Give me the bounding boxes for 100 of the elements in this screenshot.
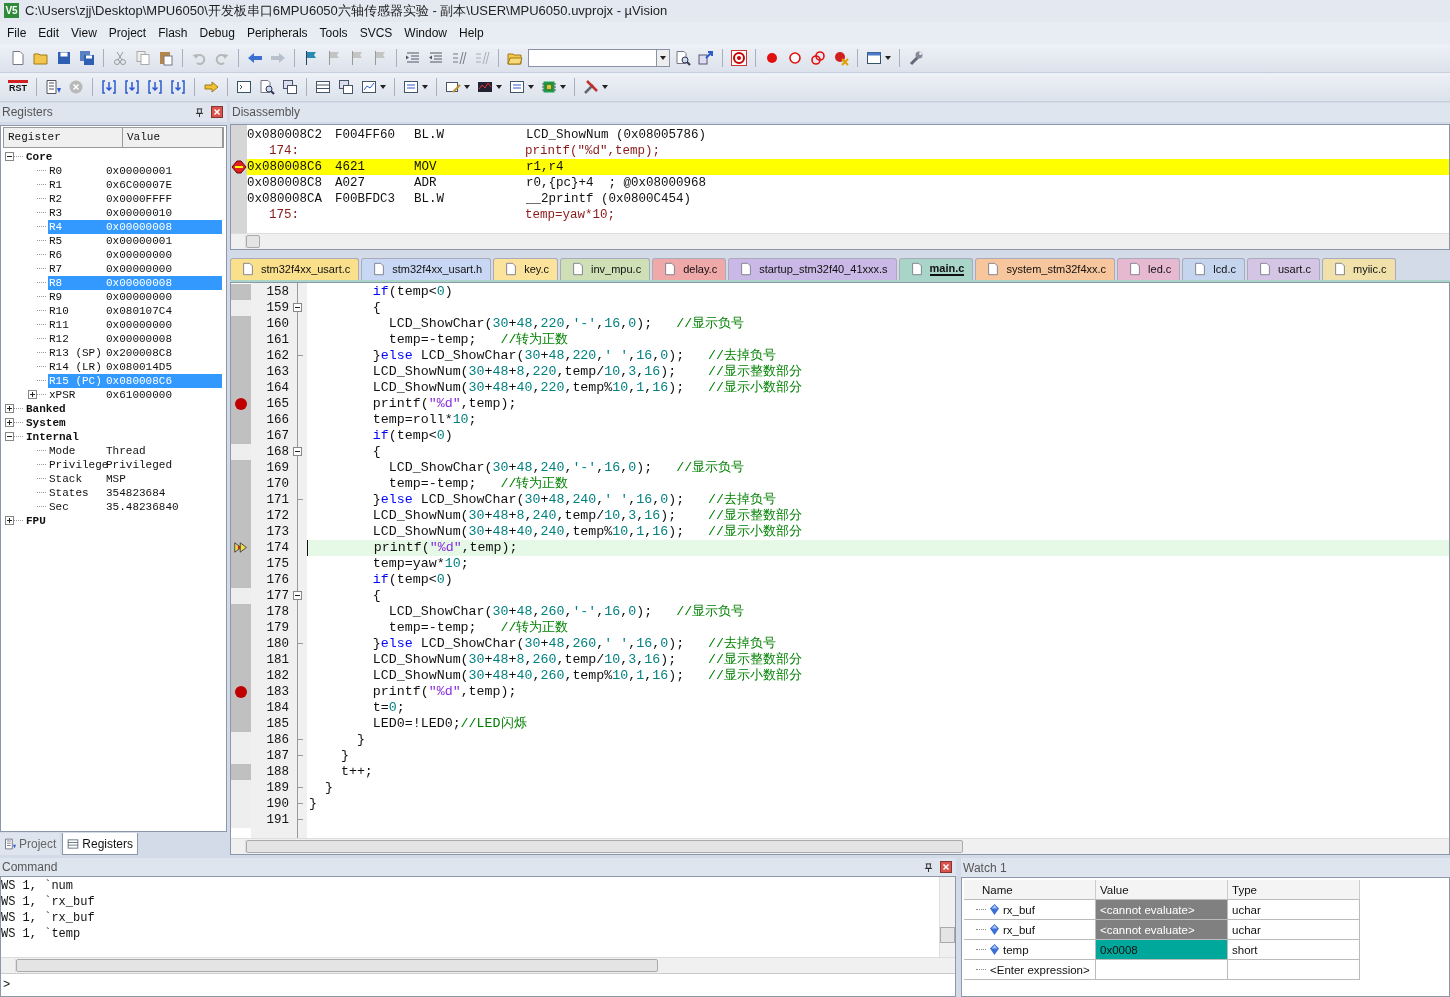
menu-item[interactable]: File <box>1 23 33 42</box>
document-search-icon[interactable] <box>259 78 275 95</box>
stacked-windows-icon[interactable] <box>282 78 298 95</box>
tools-icon[interactable] <box>583 78 599 95</box>
register-row[interactable]: System <box>25 415 222 430</box>
caret-icon[interactable] <box>885 55 891 60</box>
file-tab[interactable]: delay.c <box>652 257 727 280</box>
debug-icon[interactable] <box>731 49 747 66</box>
menu-item[interactable]: Help <box>453 23 490 42</box>
register-row[interactable]: Internal <box>25 429 222 444</box>
file-tab[interactable]: stm32f4xx_usart.c <box>230 257 360 280</box>
arrow-icon[interactable] <box>203 78 219 95</box>
register-row[interactable]: PrivilegePrivileged <box>48 457 222 472</box>
menu-item[interactable]: Edit <box>32 23 66 42</box>
breakpoint-cross-icon[interactable] <box>833 49 849 66</box>
file-tab[interactable]: inv_mpu.c <box>560 257 651 280</box>
column-header[interactable]: Value <box>1096 880 1228 900</box>
stacked-windows-icon[interactable] <box>338 78 354 95</box>
menu-item[interactable]: Tools <box>313 23 354 42</box>
register-row[interactable]: Banked <box>25 401 222 416</box>
reset-button[interactable]: RST <box>8 80 28 94</box>
expand-toggle[interactable] <box>5 418 14 428</box>
column-header[interactable]: Name <box>964 880 1096 900</box>
window-icon[interactable] <box>866 49 882 66</box>
window-icon[interactable] <box>236 78 252 95</box>
document-list-icon[interactable] <box>4 838 16 850</box>
chart-window-icon[interactable] <box>361 78 377 95</box>
menu-item[interactable]: Peripherals <box>240 23 314 42</box>
horizontal-scrollbar[interactable] <box>231 838 1449 854</box>
register-row[interactable]: R7 0x00000000 <box>48 261 222 276</box>
caret-icon[interactable] <box>422 84 428 89</box>
document-icon[interactable] <box>909 262 924 277</box>
close-icon[interactable] <box>211 106 223 119</box>
menu-item[interactable]: View <box>65 23 103 42</box>
menu-item[interactable]: Flash <box>152 23 194 42</box>
step-icon[interactable] <box>170 78 186 95</box>
register-row[interactable]: Mode Thread <box>48 443 222 458</box>
document-icon[interactable] <box>1257 262 1272 277</box>
register-row[interactable]: xPSR 0x61000000 <box>48 387 222 402</box>
column-header[interactable]: Value <box>123 127 223 147</box>
register-row[interactable]: R13 (SP) 0x200008C8 <box>48 345 222 360</box>
register-row[interactable]: R12 0x00000008 <box>48 331 222 346</box>
register-row[interactable]: R10 0x080107C4 <box>48 303 222 318</box>
step-icon[interactable] <box>101 78 117 95</box>
caret-icon[interactable] <box>464 84 470 89</box>
file-tab[interactable]: led.c <box>1117 257 1181 280</box>
expand-toggle[interactable] <box>28 390 37 400</box>
document-icon[interactable] <box>739 262 754 277</box>
fold-toggle[interactable] <box>293 447 302 457</box>
menu-item[interactable]: Project <box>102 23 153 42</box>
save-all-icon[interactable] <box>79 49 95 66</box>
expand-toggle[interactable] <box>5 516 14 526</box>
register-row[interactable]: R0 0x00000001 <box>48 163 222 178</box>
step-icon[interactable] <box>124 78 140 95</box>
flag-icon[interactable] <box>303 49 319 66</box>
breakpoint-outline-icon[interactable] <box>787 49 803 66</box>
list-window-icon[interactable] <box>403 78 419 95</box>
file-tab[interactable]: myiic.c <box>1322 257 1396 280</box>
column-header[interactable]: Type <box>1228 880 1360 900</box>
grid-icon[interactable] <box>67 837 80 850</box>
caret-icon[interactable] <box>496 84 502 89</box>
empty-cell[interactable] <box>1096 960 1228 980</box>
register-row[interactable]: R6 0x00000000 <box>48 247 222 262</box>
jump-arrow-icon[interactable] <box>698 49 714 66</box>
collapse-toggle[interactable] <box>5 432 14 442</box>
register-row[interactable]: R11 0x00000000 <box>48 317 222 332</box>
document-icon[interactable] <box>1193 262 1208 277</box>
document-icon[interactable] <box>1128 262 1143 277</box>
register-row[interactable]: R14 (LR) 0x080014D5 <box>48 359 222 374</box>
document-icon[interactable] <box>10 49 26 66</box>
column-header[interactable]: Register <box>4 127 123 147</box>
list-window-icon[interactable] <box>509 78 525 95</box>
document-list-icon[interactable] <box>45 78 61 95</box>
caret-icon[interactable] <box>602 84 608 89</box>
register-row[interactable]: States 354823684 <box>48 485 222 500</box>
menu-item[interactable]: Debug <box>193 23 241 42</box>
document-icon[interactable] <box>504 262 519 277</box>
horizontal-scrollbar[interactable] <box>1 957 955 973</box>
linked-rings-icon[interactable] <box>810 49 826 66</box>
panel-tab[interactable]: Registers <box>62 833 139 855</box>
register-row[interactable]: Stack MSP <box>48 471 222 486</box>
command-input[interactable]: > <box>1 973 955 996</box>
grid-icon[interactable] <box>315 78 331 95</box>
wrench-icon[interactable] <box>908 49 924 66</box>
empty-cell[interactable] <box>1228 960 1360 980</box>
document-icon[interactable] <box>372 262 387 277</box>
collapse-toggle[interactable] <box>5 152 14 162</box>
menu-item[interactable]: SVCS <box>353 23 399 42</box>
file-tab[interactable]: system_stm32f4xx.c <box>975 257 1116 280</box>
pin-icon[interactable] <box>195 107 204 117</box>
file-tab[interactable]: key.c <box>493 257 558 280</box>
expand-toggle[interactable] <box>5 404 14 414</box>
caret-icon[interactable] <box>528 84 534 89</box>
register-row[interactable]: R5 0x00000001 <box>48 233 222 248</box>
file-tab[interactable]: main.c <box>898 257 974 280</box>
pin-icon[interactable] <box>924 862 933 872</box>
vertical-scrollbar[interactable] <box>939 877 955 957</box>
register-row[interactable]: R3 0x00000010 <box>48 205 222 220</box>
enter-expression-field[interactable]: <Enter expression> <box>990 963 1090 976</box>
register-row[interactable]: R9 0x00000000 <box>48 289 222 304</box>
